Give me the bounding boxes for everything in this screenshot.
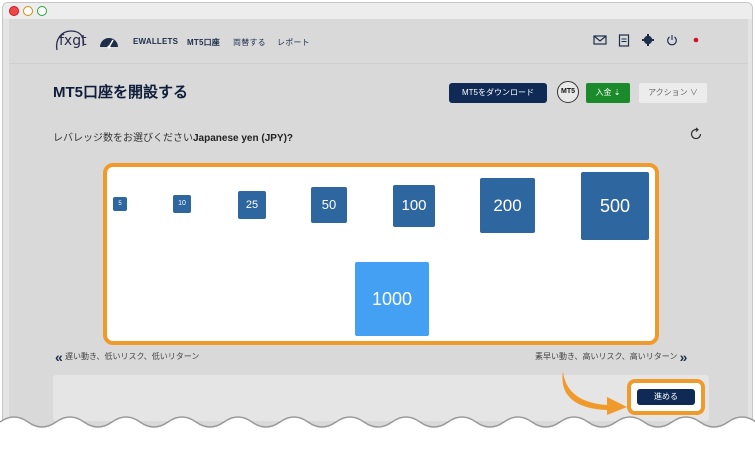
action-dropdown[interactable]: アクション ∨: [639, 83, 707, 103]
nav-exchange[interactable]: 両替する: [233, 37, 266, 48]
high-risk-text: 素早い動き、高いリスク、高いリターン: [535, 352, 678, 362]
flag-icon[interactable]: [689, 33, 703, 47]
pointer-arrow-icon: [562, 371, 627, 415]
deposit-button[interactable]: 入金 ⇣: [586, 83, 630, 103]
header: fxgt EWALLETS MT5口座 両替する レポート: [9, 19, 748, 63]
chevron-right-icon[interactable]: »: [680, 349, 688, 365]
page-title: MT5口座を開設する: [53, 84, 189, 101]
leverage-option-10[interactable]: 10: [173, 195, 191, 213]
question-prefix: レバレッジ数をお選びください: [53, 133, 193, 144]
close-window-icon[interactable]: [9, 6, 19, 16]
leverage-option-200[interactable]: 200: [480, 178, 535, 233]
low-risk-hint: « 遅い動き、低いリスク、低いリターン: [55, 349, 199, 365]
leverage-selector: 5 10 25 50 100 200 500 1000: [103, 163, 659, 345]
minimize-window-icon[interactable]: [23, 6, 33, 16]
leverage-option-5[interactable]: 5: [113, 197, 127, 211]
nav-reports[interactable]: レポート: [277, 37, 310, 48]
maximize-window-icon[interactable]: [37, 6, 47, 16]
mt5-badge[interactable]: MT5: [557, 81, 579, 103]
leverage-question: レバレッジ数をお選びくださいJapanese yen (JPY)?: [53, 129, 293, 144]
question-currency: Japanese yen (JPY)?: [193, 133, 294, 144]
logo-text: fxgt: [59, 33, 87, 49]
leverage-option-1000[interactable]: 1000: [355, 262, 429, 336]
low-risk-text: 遅い動き、低いリスク、低いリターン: [65, 352, 200, 362]
leverage-option-500[interactable]: 500: [581, 172, 649, 240]
torn-edge-decoration: [0, 416, 755, 460]
titlebar: [3, 3, 752, 19]
chevron-left-icon[interactable]: «: [55, 349, 63, 365]
clipboard-icon[interactable]: [617, 33, 631, 47]
page: fxgt EWALLETS MT5口座 両替する レポート MT5口座を開設する…: [9, 19, 748, 457]
browser-window: fxgt EWALLETS MT5口座 両替する レポート MT5口座を開設する…: [2, 2, 753, 458]
refresh-icon[interactable]: [689, 127, 703, 141]
power-icon[interactable]: [665, 33, 679, 47]
leverage-option-25[interactable]: 25: [238, 191, 266, 219]
next-button[interactable]: 進める: [637, 389, 695, 405]
header-divider: [9, 63, 748, 64]
dashboard-icon[interactable]: [99, 33, 119, 49]
leverage-option-100[interactable]: 100: [393, 185, 435, 227]
leverage-option-50[interactable]: 50: [311, 187, 347, 223]
high-risk-hint: 素早い動き、高いリスク、高いリターン »: [535, 349, 687, 365]
gear-icon[interactable]: [641, 33, 655, 47]
download-mt5-button[interactable]: MT5をダウンロード: [449, 83, 547, 103]
mail-icon[interactable]: [593, 33, 607, 47]
nav-mt5-account[interactable]: MT5口座: [187, 37, 220, 48]
nav-ewallets[interactable]: EWALLETS: [133, 37, 178, 46]
